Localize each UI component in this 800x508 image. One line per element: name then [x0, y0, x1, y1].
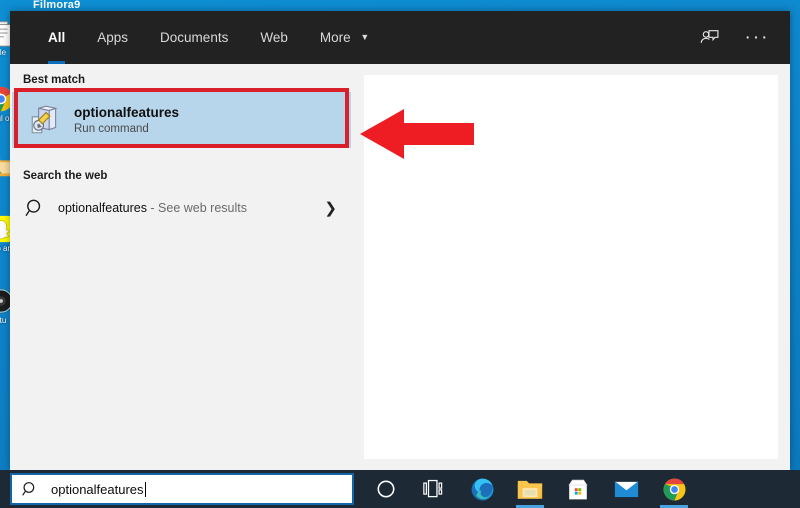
google-chrome-button[interactable] [650, 470, 698, 508]
cortana-button[interactable] [362, 470, 410, 508]
mail-icon [614, 481, 638, 497]
web-result-text: optionalfeatures - See web results [58, 201, 247, 215]
search-preview-pane [353, 64, 790, 470]
tab-web[interactable]: Web [244, 11, 304, 64]
search-header: All Apps Documents Web More ▼ ··· [10, 11, 790, 64]
best-match-group: optionalfeatures Run command [12, 88, 351, 148]
tab-all[interactable]: All [36, 11, 81, 64]
feedback-button[interactable] [690, 19, 728, 57]
tab-more[interactable]: More ▼ [304, 11, 385, 64]
taskbar-search-text-wrapper: optionalfeatures [51, 481, 146, 497]
screen: Filmora9 le ogl on [0, 0, 800, 508]
web-result-query: optionalfeatures [58, 201, 147, 215]
tab-apps[interactable]: Apps [81, 11, 144, 64]
tab-apps-label: Apps [97, 30, 129, 45]
search-tab-bar: All Apps Documents Web More ▼ [36, 11, 385, 64]
search-icon [25, 199, 41, 217]
best-match-subtitle: Run command [74, 122, 149, 135]
search-the-web-group-title: Search the web [23, 170, 108, 182]
mail-button[interactable] [602, 470, 650, 508]
microsoft-store-button[interactable] [554, 470, 602, 508]
tab-documents[interactable]: Documents [144, 11, 244, 64]
tab-more-label: More [319, 30, 351, 45]
taskbar-search-value: optionalfeatures [51, 481, 144, 497]
file-explorer-icon [517, 480, 543, 499]
web-result-suffix: - See web results [146, 201, 247, 215]
task-view-icon [423, 479, 443, 498]
more-options-icon: ··· [744, 26, 770, 48]
microsoft-store-icon [568, 479, 588, 500]
tab-all-label: All [48, 30, 66, 45]
chrome-icon [663, 478, 685, 500]
search-body: Best match optionalfeatures Run command … [10, 64, 790, 470]
taskbar-buttons [362, 470, 698, 508]
chevron-right-icon: ❯ [324, 200, 337, 217]
tab-documents-label: Documents [160, 30, 229, 45]
web-result-row[interactable]: optionalfeatures - See web results ❯ [10, 188, 353, 228]
best-match-group-title: Best match [23, 74, 85, 86]
taskbar: optionalfeatures [0, 470, 800, 508]
cortana-icon [377, 480, 395, 498]
more-options-button[interactable]: ··· [738, 19, 776, 57]
background-window-title: Filmora9 [33, 0, 81, 11]
preview-card [364, 75, 778, 459]
search-results-pane: Best match optionalfeatures Run command … [10, 64, 353, 470]
text-cursor [144, 481, 146, 497]
search-header-actions: ··· [690, 11, 776, 64]
file-explorer-button[interactable] [506, 470, 554, 508]
windows-features-icon [31, 105, 58, 134]
task-view-button[interactable] [410, 470, 458, 508]
best-match-text: optionalfeatures Run command [74, 104, 179, 137]
windows-search-flyout: All Apps Documents Web More ▼ ··· Best m… [10, 11, 790, 470]
search-icon [22, 482, 35, 496]
tab-web-label: Web [260, 30, 288, 45]
chevron-down-icon: ▼ [360, 32, 370, 42]
edge-icon [471, 478, 493, 500]
taskbar-search-input[interactable]: optionalfeatures [10, 473, 354, 505]
best-match-title: optionalfeatures [74, 104, 180, 120]
feedback-icon [700, 30, 718, 43]
best-match-result-optionalfeatures[interactable]: optionalfeatures Run command [12, 92, 351, 148]
microsoft-edge-button[interactable] [458, 470, 506, 508]
